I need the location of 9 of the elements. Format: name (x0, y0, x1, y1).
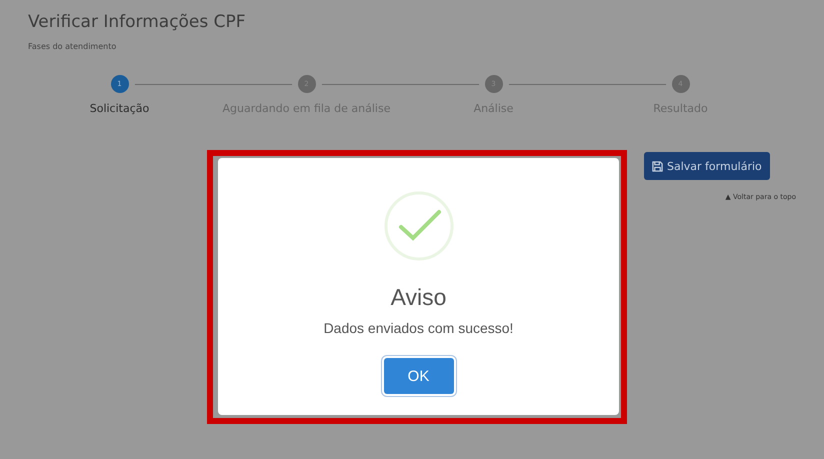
save-icon (652, 160, 663, 172)
save-form-button[interactable]: Salvar formulário (644, 152, 770, 180)
dialog-title: Aviso (390, 284, 446, 311)
ok-button[interactable]: OK (384, 358, 454, 394)
success-check-icon (384, 191, 454, 261)
page-title: Verificar Informações CPF (28, 12, 246, 32)
section-label: Fases do atendimento (28, 42, 116, 51)
dialog-message: Dados enviados com sucesso! (324, 320, 514, 336)
step-label: Solicitação (90, 102, 150, 115)
